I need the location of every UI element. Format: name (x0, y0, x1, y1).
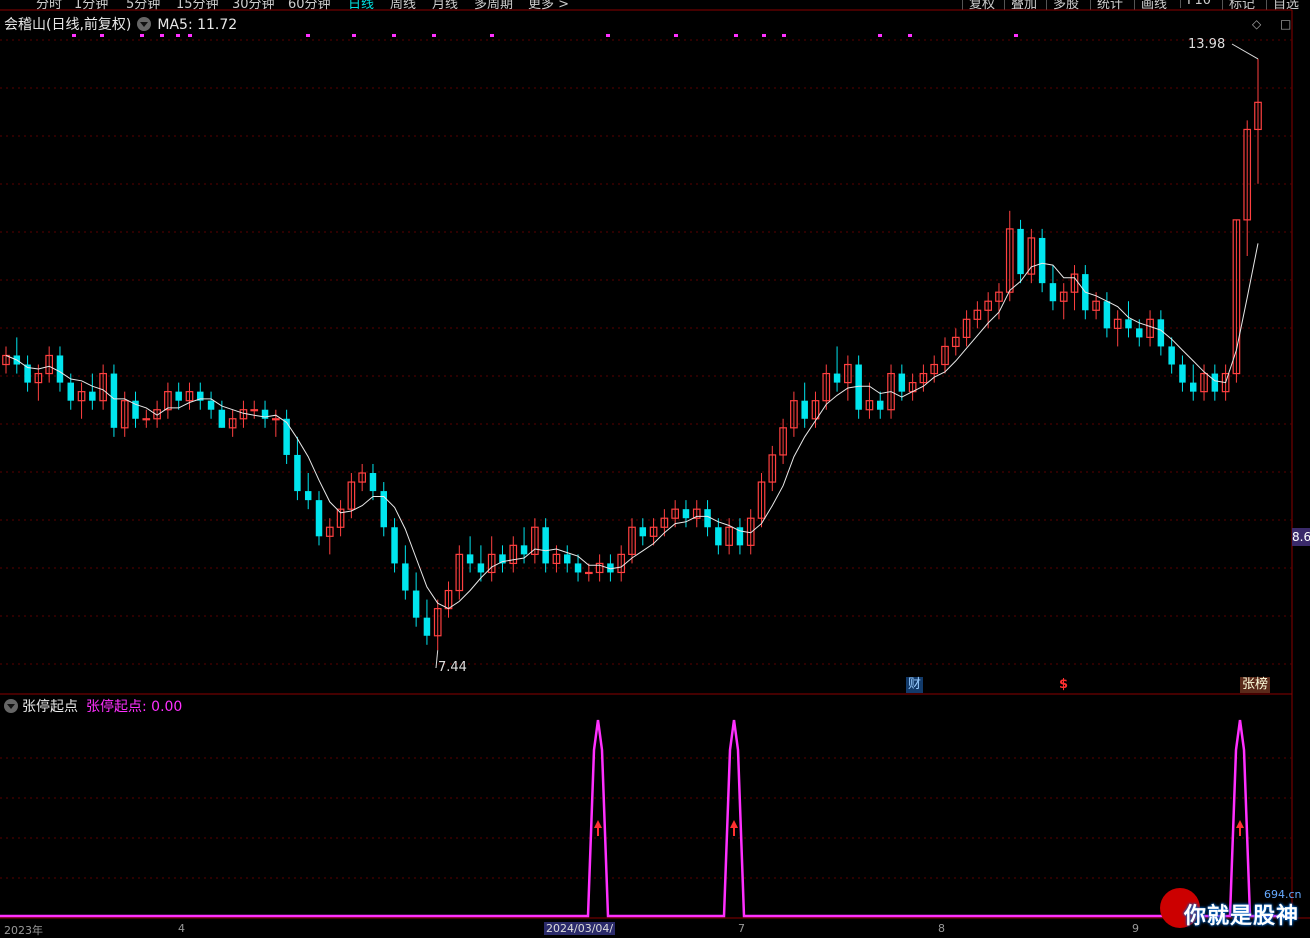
candle-body (1190, 382, 1197, 392)
candle-body (175, 391, 182, 401)
axis-label-7: 7 (738, 922, 745, 935)
watermark-site: 694.cn (1264, 888, 1302, 901)
candle-body (639, 527, 647, 537)
candle-body (283, 418, 290, 455)
kline-chart[interactable] (0, 0, 1310, 930)
candle-body (1038, 237, 1046, 284)
signal-dot (100, 34, 104, 37)
candle-body (250, 409, 259, 412)
axis-label-8: 8 (938, 922, 945, 935)
indicator-title: 张停起点 张停起点: 0.00 (4, 696, 182, 716)
candle-body (584, 571, 593, 575)
finance-marker[interactable]: 财 (906, 677, 924, 693)
indicator-line (0, 719, 1292, 918)
candle-body (315, 500, 323, 537)
signal-dot (762, 34, 766, 37)
candle-body (142, 418, 151, 421)
candle-body (801, 400, 808, 419)
signal-dot (188, 34, 192, 37)
candle-body (682, 509, 690, 519)
axis-label-9: 9 (1132, 922, 1139, 935)
chart-mode: (日线,前复权) (46, 17, 132, 33)
candle-body (110, 373, 118, 428)
candle-body (294, 454, 301, 492)
signal-dot (908, 34, 912, 37)
diamond-icon[interactable]: ◇ (1252, 17, 1262, 31)
square-icon[interactable]: □ (1280, 17, 1291, 31)
candle-body (89, 391, 96, 401)
signal-dot (140, 34, 144, 37)
signal-dot (606, 34, 610, 37)
candle-body (1049, 283, 1057, 302)
watermark: 你就是股神 694.cn (1160, 886, 1310, 930)
candle-body (402, 563, 409, 591)
candle-body (542, 527, 549, 564)
signal-dot (1014, 34, 1018, 37)
candle-body (218, 409, 226, 428)
signal-dot (176, 34, 180, 37)
watermark-text: 你就是股神 (1184, 904, 1300, 929)
signal-dot (878, 34, 882, 37)
indicator-dropdown-icon[interactable] (4, 699, 18, 713)
indicator-value: 张停起点: 0.00 (86, 699, 183, 715)
signal-dot (734, 34, 738, 37)
ma5-value: MA5: 11.72 (157, 17, 238, 33)
candle-body (1103, 301, 1111, 329)
axis-label-selected: 2024/03/04/ (544, 922, 616, 935)
stock-name: 会稽山 (4, 17, 46, 33)
candle-body (715, 527, 722, 546)
high-pointer (1231, 43, 1259, 60)
candle-body (1168, 346, 1175, 365)
signal-dot (674, 34, 678, 37)
candle-body (833, 373, 841, 383)
dollar-marker[interactable]: $ (1057, 677, 1070, 693)
candle-body (704, 509, 711, 528)
signal-dot (306, 34, 310, 37)
current-price-tag: 8.6 (1292, 528, 1310, 546)
signal-dot (160, 34, 164, 37)
candle-body (1157, 319, 1165, 347)
candle-body (1125, 319, 1132, 329)
candle-body (574, 563, 582, 573)
candle-body (391, 527, 398, 564)
candle-body (369, 473, 377, 492)
signal-dot (392, 34, 396, 37)
signal-dot (490, 34, 494, 37)
signal-dot (782, 34, 786, 37)
candle-body (564, 554, 571, 564)
dropdown-icon[interactable] (137, 17, 152, 31)
chart-title: 会稽山(日线,前复权) MA5: 11.72 (4, 14, 237, 34)
candle-body (1179, 364, 1186, 383)
candle-body (271, 418, 280, 421)
candle-body (1136, 328, 1143, 338)
candle-body (304, 491, 312, 501)
signal-dot (432, 34, 436, 37)
candle-body (67, 382, 74, 401)
candle-body (520, 545, 528, 555)
indicator-name: 张停起点 (22, 699, 78, 715)
axis-label-4: 4 (178, 922, 185, 935)
candle-body (412, 590, 420, 618)
high-label: 13.98 (1188, 37, 1226, 52)
candle-body (477, 563, 485, 573)
candle-body (898, 373, 906, 392)
zhangbang-marker[interactable]: 张榜 (1240, 677, 1271, 693)
candle-body (423, 617, 431, 636)
candle-body (466, 554, 474, 564)
candle-body (877, 400, 884, 410)
candle-body (56, 355, 64, 383)
signal-dot (72, 34, 76, 37)
signal-dot (352, 34, 356, 37)
axis-label-year: 2023年 (4, 924, 43, 937)
low-label: 7.44 (438, 660, 467, 675)
candle-body (1017, 228, 1024, 275)
candle-body (207, 400, 215, 410)
candle-body (1211, 373, 1219, 392)
candle-body (855, 364, 862, 410)
